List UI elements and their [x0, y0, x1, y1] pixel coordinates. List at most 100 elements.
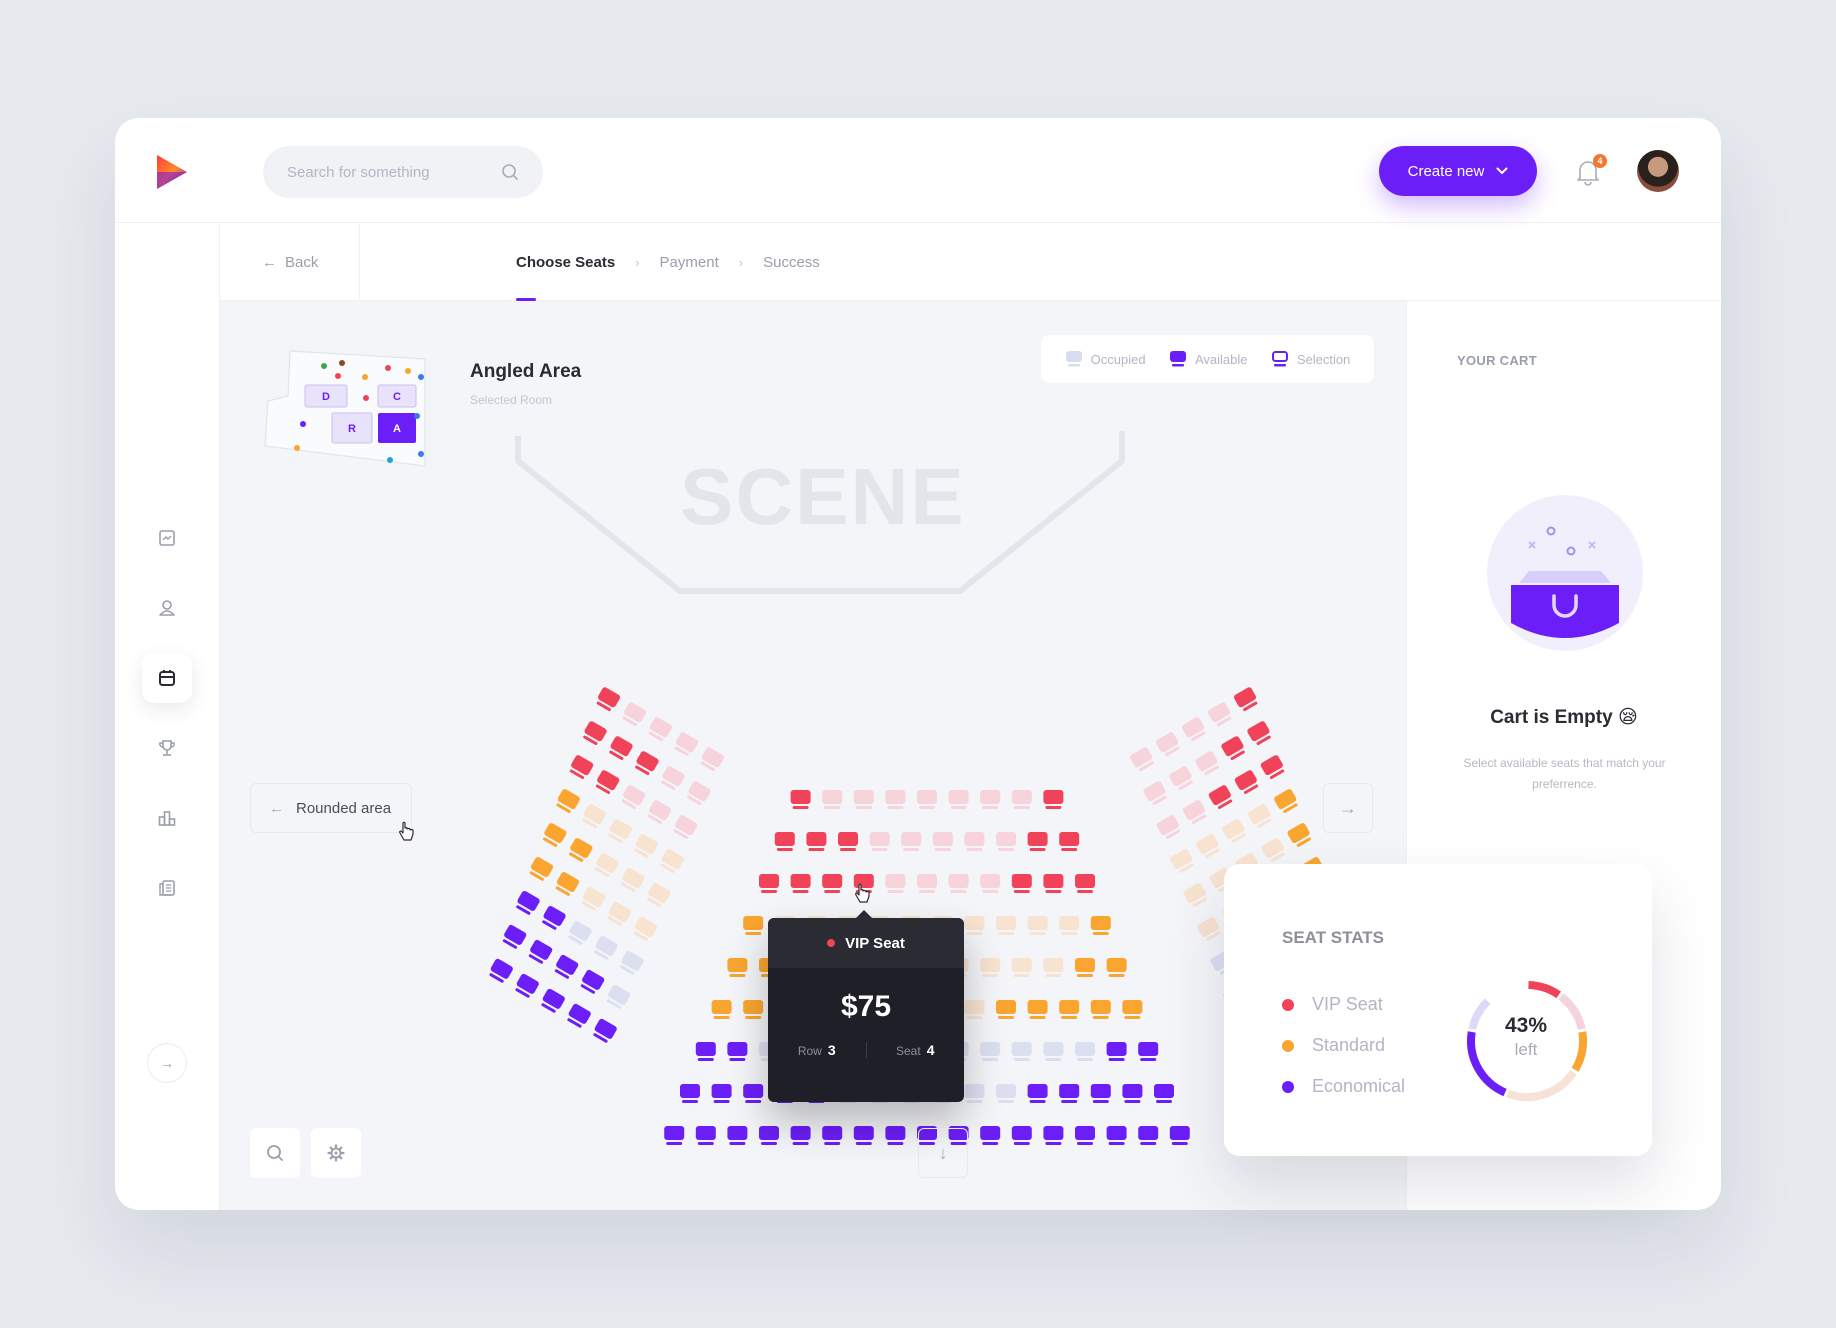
seat-left-economical-r8-s1[interactable]	[501, 924, 528, 950]
seat-vip-r1-s8[interactable]	[1011, 790, 1032, 809]
seat-standard-r6-s10[interactable]	[996, 1000, 1016, 1019]
seat-economical-r8-s13[interactable]	[1059, 1084, 1080, 1103]
seat-left-vip-r3-s4[interactable]	[645, 799, 672, 825]
zoom-search-button[interactable]	[250, 1128, 300, 1178]
seat-economical-r9-s1[interactable]	[664, 1126, 685, 1145]
seat-right-vip-r3-s5[interactable]	[1156, 814, 1183, 840]
seat-left-economical-r8-s2[interactable]	[527, 939, 554, 965]
seat-vip-r2-s10[interactable]	[1059, 832, 1080, 851]
seat-economical-r7-s13[interactable]	[1075, 1042, 1095, 1061]
seat-left-standard-r4-s2[interactable]	[580, 803, 607, 829]
seat-left-standard-r5-s4[interactable]	[619, 867, 646, 893]
seat-left-vip-r2-s3[interactable]	[633, 750, 660, 776]
seat-economical-r9-s5[interactable]	[790, 1126, 811, 1145]
seat-economical-r9-s7[interactable]	[853, 1126, 874, 1145]
seat-left-standard-r6-s1[interactable]	[527, 856, 554, 882]
step-payment[interactable]: Payment	[660, 223, 719, 301]
seat-right-standard-r4-s1[interactable]	[1273, 788, 1300, 814]
seat-economical-r9-s2[interactable]	[695, 1126, 716, 1145]
seat-economical-r8-s2[interactable]	[711, 1084, 732, 1103]
seat-vip-r3-s3[interactable]	[822, 874, 843, 893]
seat-right-vip-r2-s4[interactable]	[1168, 765, 1195, 791]
seat-vip-r3-s8[interactable]	[980, 874, 1001, 893]
seat-left-economical-r8-s5[interactable]	[604, 984, 631, 1010]
seat-economical-r9-s8[interactable]	[885, 1126, 906, 1145]
sidebar-item-events[interactable]	[142, 653, 192, 703]
seat-vip-r3-s1[interactable]	[759, 874, 779, 893]
seat-vip-r3-s10[interactable]	[1043, 874, 1064, 893]
seat-vip-r2-s4[interactable]	[869, 832, 890, 851]
seat-economical-r8-s12[interactable]	[1027, 1084, 1048, 1103]
seat-left-economical-r8-s3[interactable]	[553, 954, 580, 980]
seat-left-economical-r7-s2[interactable]	[540, 905, 567, 931]
seat-economical-r8-s15[interactable]	[1122, 1084, 1143, 1103]
seat-left-vip-r3-s5[interactable]	[671, 814, 698, 840]
seat-left-vip-r3-s1[interactable]	[568, 754, 595, 780]
seat-economical-r9-s17[interactable]	[1169, 1126, 1190, 1145]
seat-standard-r5-s10[interactable]	[1011, 958, 1032, 977]
seat-left-economical-r9-s3[interactable]	[539, 988, 566, 1014]
seat-vip-r2-s6[interactable]	[932, 832, 953, 851]
seat-economical-r7-s15[interactable]	[1138, 1042, 1159, 1061]
seat-standard-r6-s11[interactable]	[1027, 1000, 1048, 1019]
seat-standard-r6-s12[interactable]	[1059, 1000, 1080, 1019]
seat-vip-r1-s2[interactable]	[822, 790, 843, 809]
seat-right-vip-r1-s3[interactable]	[1181, 716, 1208, 742]
seat-left-economical-r7-s1[interactable]	[514, 890, 541, 916]
seat-left-standard-r5-s2[interactable]	[567, 837, 594, 863]
seat-vip-r3-s7[interactable]	[948, 874, 969, 893]
seat-right-vip-r1-s1[interactable]	[1233, 686, 1260, 712]
seat-vip-r1-s7[interactable]	[980, 790, 1001, 809]
seat-left-standard-r6-s2[interactable]	[553, 871, 580, 897]
seat-vip-r1-s3[interactable]	[853, 790, 874, 809]
seat-standard-r6-s2[interactable]	[743, 1000, 764, 1019]
sidebar-item-users[interactable]	[142, 583, 192, 633]
seat-economical-r8-s16[interactable]	[1154, 1084, 1174, 1103]
step-success[interactable]: Success	[763, 223, 820, 301]
seat-left-standard-r5-s1[interactable]	[541, 822, 568, 848]
seat-vip-r3-s2[interactable]	[790, 874, 811, 893]
seat-right-vip-r3-s1[interactable]	[1260, 754, 1287, 780]
seat-right-standard-r4-s2[interactable]	[1247, 803, 1274, 829]
seat-left-economical-r7-s5[interactable]	[618, 950, 645, 976]
seat-right-standard-r4-s5[interactable]	[1169, 848, 1196, 874]
seat-vip-r1-s4[interactable]	[885, 790, 906, 809]
search-icon[interactable]	[501, 163, 519, 181]
seat-economical-r8-s11[interactable]	[996, 1084, 1016, 1103]
seat-right-standard-r5-s1[interactable]	[1286, 822, 1313, 848]
seat-right-vip-r3-s3[interactable]	[1208, 784, 1235, 810]
seat-left-vip-r1-s4[interactable]	[672, 731, 699, 757]
seat-right-vip-r2-s5[interactable]	[1142, 780, 1169, 806]
seat-economical-r8-s10[interactable]	[964, 1084, 985, 1103]
seat-vip-r2-s2[interactable]	[806, 832, 827, 851]
seat-vip-r2-s7[interactable]	[964, 832, 985, 851]
back-button[interactable]: ← Back	[220, 223, 360, 301]
seat-economical-r7-s14[interactable]	[1106, 1042, 1127, 1061]
seat-economical-r9-s15[interactable]	[1106, 1126, 1127, 1145]
seat-vip-r3-s9[interactable]	[1011, 874, 1032, 893]
seat-standard-r5-s11[interactable]	[1043, 958, 1064, 977]
seat-left-vip-r3-s2[interactable]	[594, 769, 621, 795]
seat-economical-r8-s1[interactable]	[680, 1084, 700, 1103]
seat-left-standard-r5-s5[interactable]	[645, 882, 672, 908]
seat-economical-r7-s11[interactable]	[1011, 1042, 1032, 1061]
seat-right-standard-r4-s3[interactable]	[1221, 818, 1248, 844]
seat-vip-r2-s5[interactable]	[901, 832, 922, 851]
next-area-button[interactable]: →	[1323, 783, 1373, 833]
logo-icon[interactable]	[153, 152, 191, 192]
seat-standard-r5-s1[interactable]	[727, 958, 748, 977]
seat-left-economical-r9-s1[interactable]	[487, 958, 514, 984]
scroll-down-button[interactable]: ↓	[918, 1128, 968, 1178]
seat-left-standard-r6-s5[interactable]	[631, 916, 658, 942]
seat-economical-r7-s1[interactable]	[695, 1042, 716, 1061]
search-input[interactable]: Search for something	[287, 164, 501, 181]
seat-standard-r4-s9[interactable]	[996, 916, 1016, 935]
seat-right-standard-r5-s5[interactable]	[1183, 882, 1210, 908]
seat-vip-r2-s3[interactable]	[838, 832, 858, 851]
seat-left-vip-r2-s2[interactable]	[607, 735, 634, 761]
sidebar-item-awards[interactable]	[142, 723, 192, 773]
seat-economical-r7-s10[interactable]	[980, 1042, 1001, 1061]
seat-vip-r1-s6[interactable]	[948, 790, 969, 809]
seat-left-economical-r7-s4[interactable]	[592, 935, 619, 961]
seat-left-standard-r6-s3[interactable]	[579, 886, 606, 912]
